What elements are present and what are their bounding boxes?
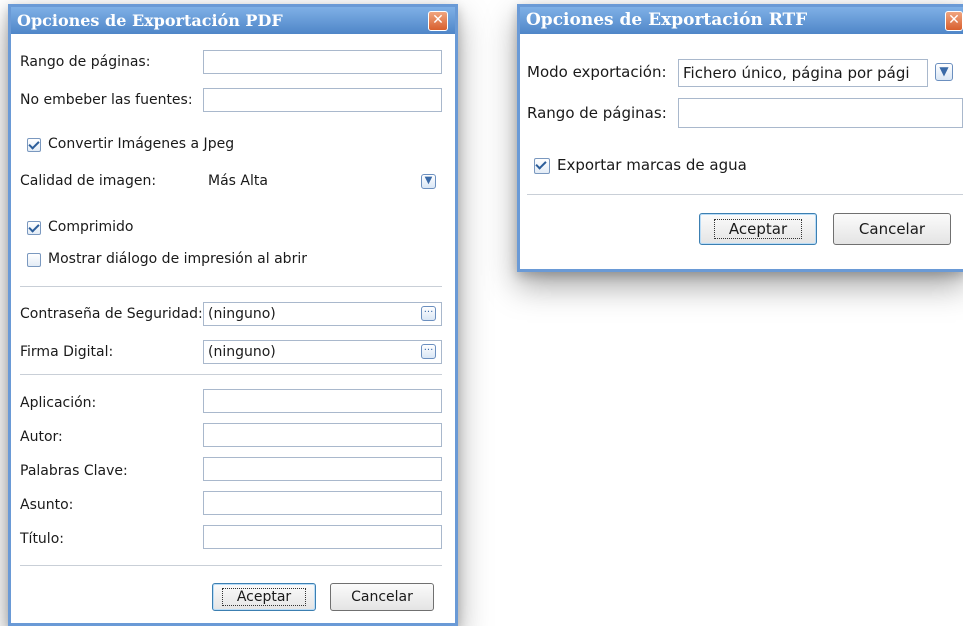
ellipsis-icon[interactable]: ··· — [421, 306, 436, 321]
page-range-input[interactable] — [203, 50, 442, 74]
pdf-accept-button[interactable]: Aceptar — [212, 583, 316, 611]
no-embed-fonts-label: No embeber las fuentes: — [20, 92, 193, 108]
application-input[interactable] — [203, 389, 442, 413]
rtf-dialog-titlebar: Opciones de Exportación RTF — [520, 7, 963, 34]
cancel-label: Cancelar — [351, 589, 413, 605]
rtf-page-range-input[interactable] — [678, 98, 963, 128]
page-range-label: Rango de páginas: — [20, 54, 151, 70]
chevron-down-icon[interactable]: ▼ — [935, 63, 953, 81]
accept-label: Aceptar — [713, 219, 803, 239]
watermarks-label: Exportar marcas de agua — [557, 156, 747, 174]
chevron-down-icon[interactable]: ▼ — [421, 174, 436, 189]
pdf-dialog-title: Opciones de Exportación PDF — [17, 11, 283, 30]
digital-signature-label: Firma Digital: — [20, 344, 114, 360]
image-quality-label: Calidad de imagen: — [20, 173, 157, 189]
convert-jpeg-checkbox[interactable] — [27, 138, 41, 152]
ellipsis-icon[interactable]: ··· — [421, 344, 436, 359]
author-input[interactable] — [203, 423, 442, 447]
close-icon: ✕ — [432, 12, 444, 28]
title-input[interactable] — [203, 525, 442, 549]
compressed-checkbox[interactable] — [27, 221, 41, 235]
rtf-page-range-label: Rango de páginas: — [527, 104, 667, 122]
no-embed-fonts-input[interactable] — [203, 88, 442, 112]
pdf-export-dialog: Opciones de Exportación PDF ✕ Rango de p… — [8, 4, 458, 626]
cancel-label: Cancelar — [858, 220, 926, 238]
pdf-dialog-titlebar: Opciones de Exportación PDF — [11, 7, 455, 34]
close-icon: ✕ — [948, 12, 960, 28]
subject-label: Asunto: — [20, 497, 74, 513]
accept-label: Aceptar — [221, 588, 307, 606]
subject-input[interactable] — [203, 491, 442, 515]
separator — [20, 374, 442, 375]
watermarks-checkbox[interactable] — [534, 158, 550, 174]
security-password-label: Contraseña de Seguridad: — [20, 306, 203, 322]
rtf-dialog-title: Opciones de Exportación RTF — [526, 10, 808, 30]
security-password-field[interactable]: (ninguno) — [203, 302, 442, 326]
rtf-export-dialog: Opciones de Exportación RTF ✕ Modo expor… — [517, 4, 963, 272]
print-dialog-label: Mostrar diálogo de impresión al abrir — [48, 251, 307, 267]
pdf-cancel-button[interactable]: Cancelar — [330, 583, 434, 611]
print-dialog-checkbox[interactable] — [27, 253, 41, 267]
separator — [527, 194, 963, 195]
title-label: Título: — [20, 531, 64, 547]
image-quality-select[interactable]: Más Alta — [203, 169, 442, 193]
rtf-close-button[interactable]: ✕ — [945, 11, 963, 31]
export-mode-label: Modo exportación: — [527, 63, 667, 81]
keywords-label: Palabras Clave: — [20, 463, 128, 479]
separator — [20, 565, 442, 566]
digital-signature-field[interactable]: (ninguno) — [203, 340, 442, 364]
separator — [20, 286, 442, 287]
compressed-label: Comprimido — [48, 219, 134, 235]
author-label: Autor: — [20, 429, 63, 445]
convert-jpeg-label: Convertir Imágenes a Jpeg — [48, 136, 235, 152]
pdf-close-button[interactable]: ✕ — [428, 11, 448, 31]
export-mode-select[interactable]: Fichero único, página por pági — [678, 59, 928, 87]
rtf-cancel-button[interactable]: Cancelar — [833, 213, 951, 245]
application-label: Aplicación: — [20, 395, 97, 411]
rtf-accept-button[interactable]: Aceptar — [699, 213, 817, 245]
keywords-input[interactable] — [203, 457, 442, 481]
